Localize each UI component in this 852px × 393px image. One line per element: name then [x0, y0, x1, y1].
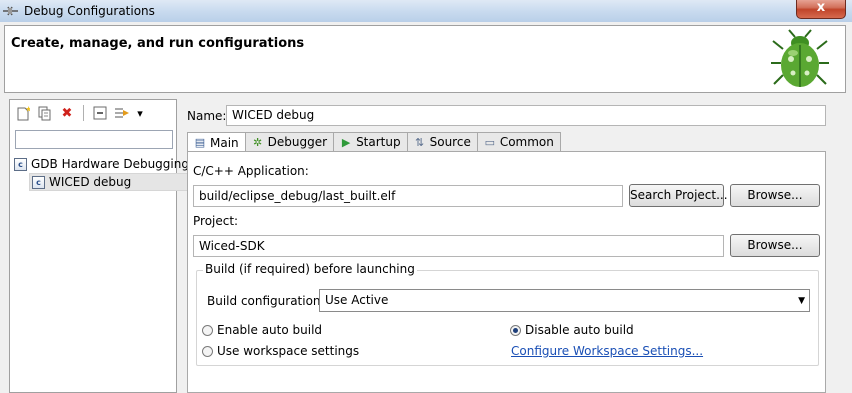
debugger-tab-icon: ✲ — [253, 135, 263, 149]
build-configuration-select[interactable]: Use Active ▼ — [319, 289, 810, 312]
build-group-title: Build (if required) before launching — [203, 262, 417, 276]
chevron-down-icon: ▼ — [798, 296, 805, 306]
tab-label: Common — [499, 135, 554, 149]
new-configuration-icon[interactable] — [14, 105, 32, 121]
window-title: Debug Configurations — [24, 4, 155, 18]
filter-menu-chevron-icon[interactable]: ▾ — [135, 105, 145, 121]
configuration-tree: c GDB Hardware Debugging c WICED debug — [14, 155, 189, 191]
tab-debugger[interactable]: ✲ Debugger — [245, 132, 335, 152]
project-label: Project: — [193, 214, 239, 228]
tab-label: Source — [429, 135, 471, 149]
collapse-all-icon[interactable] — [91, 105, 109, 121]
filter-icon[interactable] — [113, 105, 131, 121]
radio-indicator — [202, 345, 213, 357]
banner-heading: Create, manage, and run configurations — [11, 36, 305, 51]
tab-label: Debugger — [267, 135, 328, 149]
radio-label: Use workspace settings — [217, 344, 360, 358]
startup-tab-icon: ▶ — [341, 135, 351, 149]
browse-project-button[interactable]: Browse... — [730, 234, 820, 257]
source-tab-icon: ⇅ — [415, 135, 425, 149]
search-project-button[interactable]: Search Project... — [629, 184, 728, 207]
radio-indicator-selected — [510, 324, 521, 336]
use-workspace-settings-radio[interactable]: Use workspace settings — [202, 344, 359, 358]
tree-item-wiced-debug[interactable]: c WICED debug — [29, 173, 189, 191]
radio-label: Disable auto build — [525, 323, 634, 337]
filter-input[interactable] — [15, 130, 173, 149]
bug-icon — [771, 29, 829, 87]
launch-config-toolbar: ✖ ▾ — [14, 104, 145, 122]
configure-workspace-settings-link[interactable]: Configure Workspace Settings... — [511, 344, 703, 358]
common-tab-icon: ▭ — [484, 135, 496, 149]
name-label: Name: — [187, 109, 227, 123]
radio-indicator — [202, 324, 213, 336]
tab-startup[interactable]: ▶ Startup — [334, 132, 408, 152]
tab-label: Startup — [356, 135, 401, 149]
name-field[interactable]: WICED debug — [226, 105, 826, 126]
header-banner: Create, manage, and run configurations — [4, 25, 846, 93]
tree-item-label: WICED debug — [49, 175, 132, 189]
radio-label: Enable auto build — [217, 323, 323, 337]
main-tab-panel: C/C++ Application: build/eclipse_debug/l… — [187, 151, 826, 393]
tab-common[interactable]: ▭ Common — [477, 132, 561, 152]
c-launch-type-icon: c — [14, 157, 27, 171]
tab-label: Main — [210, 135, 239, 150]
configuration-list-pane: ✖ ▾ c GDB Hardware Debugging c WICED deb… — [9, 99, 189, 393]
build-group: Build (if required) before launching Bui… — [196, 262, 819, 366]
config-tabs: ▤ Main ✲ Debugger ▶ Startup ⇅ Source ▭ C… — [187, 132, 561, 153]
close-button[interactable]: x — [796, 0, 846, 19]
browse-application-button[interactable]: Browse... — [730, 184, 820, 207]
configuration-editor: Name: WICED debug ▤ Main ✲ Debugger ▶ St… — [181, 99, 846, 393]
application-field[interactable]: build/eclipse_debug/last_built.elf — [193, 185, 623, 207]
delete-icon[interactable]: ✖ — [58, 105, 76, 121]
c-launch-config-icon: c — [32, 175, 45, 189]
tree-item-label: GDB Hardware Debugging — [31, 157, 189, 171]
debug-app-icon — [3, 6, 18, 16]
title-bar: Debug Configurations x — [0, 0, 852, 22]
duplicate-icon[interactable] — [36, 105, 54, 121]
disable-auto-build-radio[interactable]: Disable auto build — [510, 323, 634, 337]
main-tab-icon: ▤ — [194, 136, 206, 149]
application-label: C/C++ Application: — [193, 164, 309, 178]
toolbar-separator — [83, 105, 84, 121]
tab-source[interactable]: ⇅ Source — [407, 132, 478, 152]
project-field[interactable]: Wiced-SDK — [193, 235, 724, 257]
build-configuration-value: Use Active — [325, 293, 389, 307]
tree-item-gdb-hardware-debugging[interactable]: c GDB Hardware Debugging — [14, 155, 189, 173]
build-configuration-label: Build configuration: — [207, 294, 325, 308]
enable-auto-build-radio[interactable]: Enable auto build — [202, 323, 322, 337]
tab-main[interactable]: ▤ Main — [187, 132, 246, 153]
